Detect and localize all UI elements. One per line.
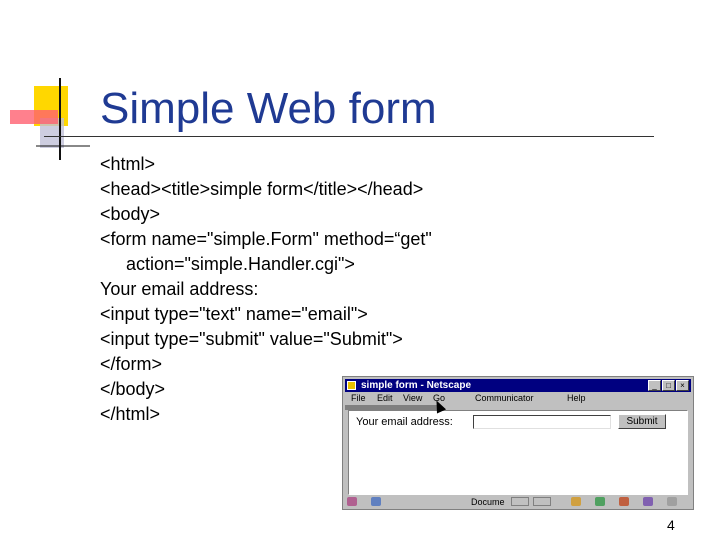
browser-titlebar: simple form - Netscape _ □ × xyxy=(345,379,691,392)
minimize-icon[interactable]: _ xyxy=(648,380,661,391)
code-line: <head><title>simple form</title></head> xyxy=(100,179,424,199)
email-input[interactable] xyxy=(473,415,611,429)
code-line: <input type="submit" value="Submit"> xyxy=(100,329,403,349)
title-divider xyxy=(44,136,654,137)
menu-file[interactable]: File xyxy=(351,393,366,404)
status-text: Docume xyxy=(471,497,505,507)
security-icon xyxy=(347,497,357,506)
close-icon[interactable]: × xyxy=(676,380,689,391)
email-label: Your email address: xyxy=(356,416,453,428)
code-line: <form name="simple.Form" method=“get" xyxy=(100,229,432,249)
slide-decoration-graphic xyxy=(10,78,90,160)
mail-icon xyxy=(571,497,581,506)
netscape-browser-window: simple form - Netscape _ □ × File Edit V… xyxy=(342,376,694,510)
messenger-icon xyxy=(643,497,653,506)
code-line: <html> xyxy=(100,154,156,174)
slide-title: Simple Web form xyxy=(100,84,437,133)
browser-content: Your email address: Submit xyxy=(348,410,688,495)
component-icon xyxy=(371,497,381,506)
maximize-icon[interactable]: □ xyxy=(662,380,675,391)
browser-menubar: File Edit View Go Communicator Help xyxy=(345,393,691,404)
page-number: 4 xyxy=(667,517,675,533)
code-line: <body> xyxy=(100,204,161,224)
resize-grip-icon[interactable] xyxy=(667,497,677,506)
status-field xyxy=(533,497,551,506)
netscape-icon xyxy=(347,381,356,390)
menu-edit[interactable]: Edit xyxy=(377,393,393,404)
menu-communicator[interactable]: Communicator xyxy=(475,393,534,404)
menu-help[interactable]: Help xyxy=(567,393,586,404)
code-line: </form> xyxy=(100,354,163,374)
browser-statusbar: Docume xyxy=(345,496,691,508)
composer-icon xyxy=(619,497,629,506)
navigator-icon xyxy=(595,497,605,506)
status-progress-field xyxy=(511,497,529,506)
browser-title: simple form - Netscape xyxy=(361,380,472,391)
menu-view[interactable]: View xyxy=(403,393,422,404)
submit-button[interactable]: Submit xyxy=(618,414,666,429)
code-line: action="simple.Handler.cgi"> xyxy=(126,254,355,274)
code-line: Your email address: xyxy=(100,279,259,299)
code-line: <input type="text" name="email"> xyxy=(100,304,368,324)
